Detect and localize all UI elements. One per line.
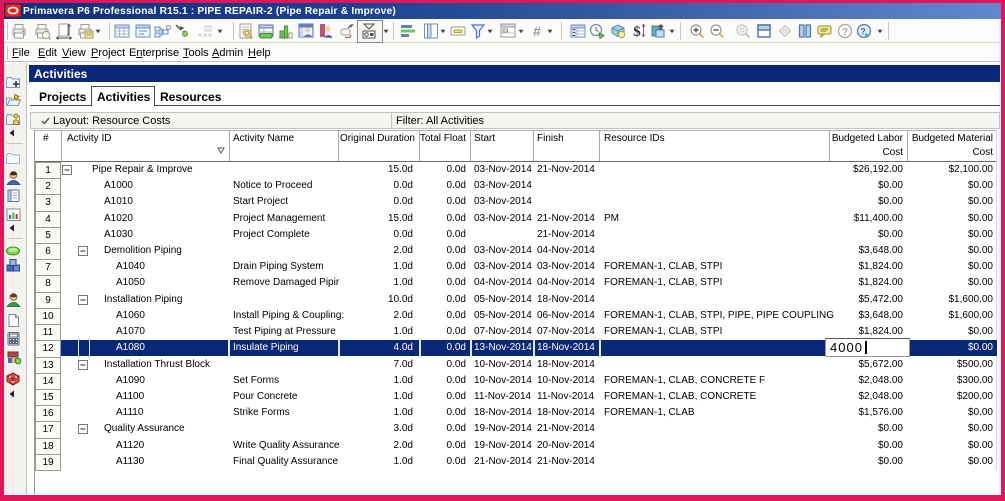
svg-text:?: ? [842,27,848,38]
svg-text:$: $ [633,24,641,40]
svg-text:?: ? [860,27,866,37]
svg-text:#: # [533,23,541,39]
